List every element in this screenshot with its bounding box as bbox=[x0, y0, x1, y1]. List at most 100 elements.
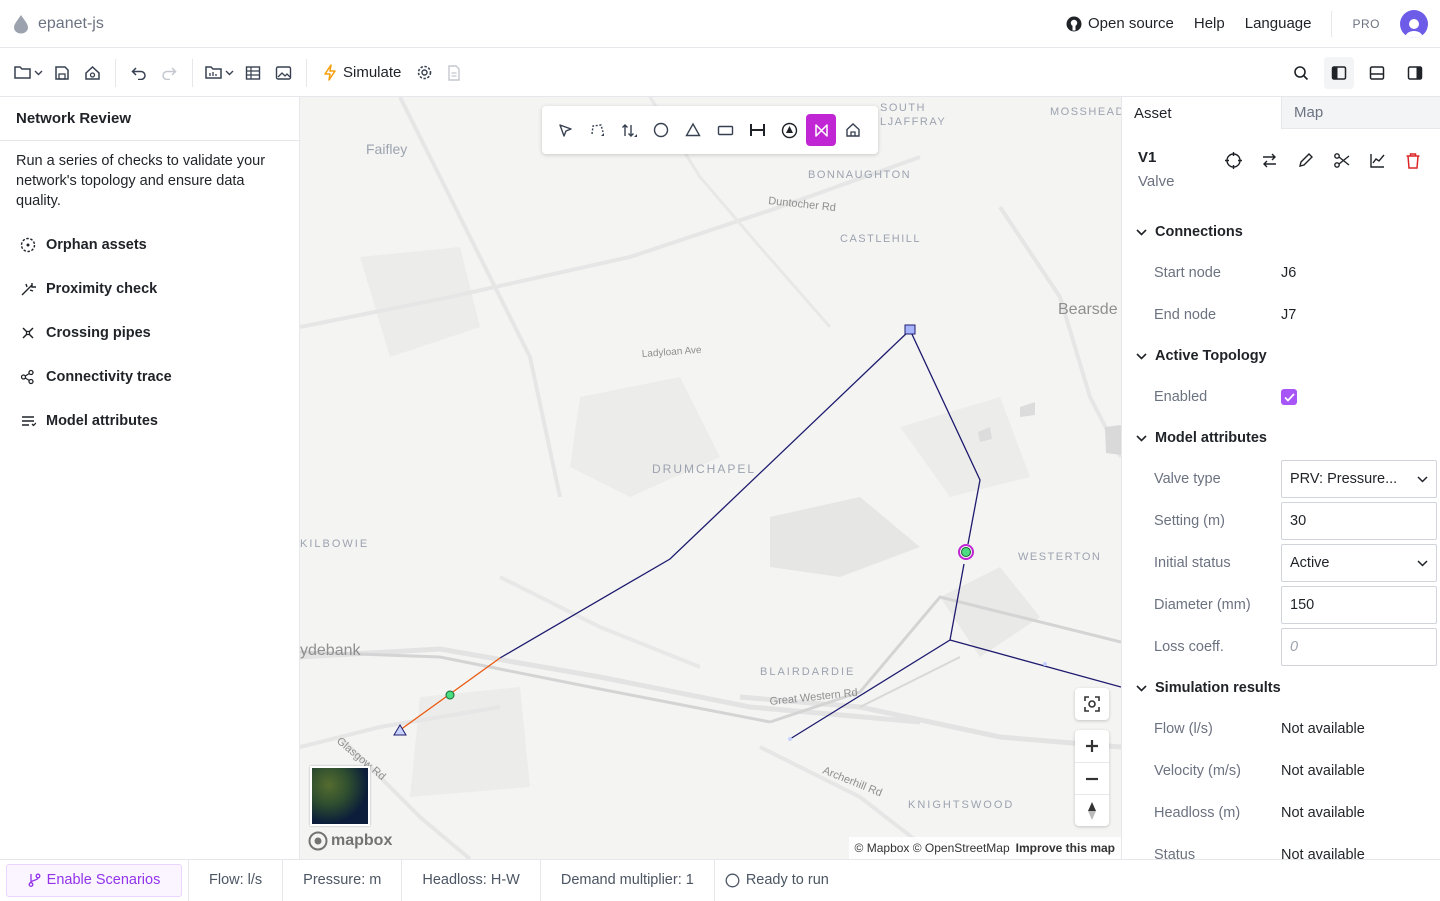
valve-tool[interactable] bbox=[806, 114, 836, 146]
section-title: Simulation results bbox=[1155, 680, 1281, 696]
tank-tool[interactable] bbox=[710, 114, 740, 146]
open-file-button[interactable] bbox=[10, 57, 47, 89]
map-canvas[interactable]: Faifley SOUTH LJAFFRAY MOSSHEAD BONNAUGH… bbox=[300, 97, 1121, 859]
junction-tool[interactable] bbox=[646, 114, 676, 146]
locate-button[interactable] bbox=[1075, 688, 1109, 720]
delete-button[interactable] bbox=[1402, 149, 1424, 171]
check-model-attributes[interactable]: Model attributes bbox=[0, 399, 299, 443]
initial-status-select[interactable]: Active bbox=[1281, 544, 1437, 582]
section-title: Connections bbox=[1155, 224, 1243, 240]
lasso-tool[interactable] bbox=[582, 114, 612, 146]
loss-coeff-input[interactable]: 0 bbox=[1281, 628, 1437, 666]
pipe[interactable] bbox=[949, 639, 1121, 688]
field-label: Valve type bbox=[1154, 471, 1221, 487]
lasso-icon bbox=[590, 123, 604, 136]
junction[interactable] bbox=[788, 737, 792, 741]
field-label: Headloss (m) bbox=[1154, 805, 1241, 821]
zoom-out-button[interactable] bbox=[1075, 762, 1109, 794]
toggle-bottom-panel-button[interactable] bbox=[1362, 57, 1392, 89]
language-menu[interactable]: Language bbox=[1245, 15, 1312, 32]
orphan-icon bbox=[20, 237, 36, 253]
zoom-in-button[interactable] bbox=[1075, 730, 1109, 762]
demand-multiplier-button[interactable]: Demand multiplier: 1 bbox=[539, 859, 714, 901]
end-node-value[interactable]: J7 bbox=[1281, 307, 1296, 323]
tab-asset[interactable]: Asset bbox=[1122, 97, 1281, 129]
open-source-link[interactable]: Open source bbox=[1066, 15, 1174, 32]
valve-node[interactable] bbox=[961, 547, 971, 557]
headloss-formula-button[interactable]: Headloss: H-W bbox=[401, 859, 540, 901]
enabled-checkbox[interactable] bbox=[1281, 389, 1297, 405]
minus-icon bbox=[1086, 777, 1098, 780]
chart-menu-button[interactable] bbox=[201, 57, 238, 89]
redo-icon bbox=[162, 66, 177, 80]
check-crossing-pipes[interactable]: Crossing pipes bbox=[0, 311, 299, 355]
save-button[interactable] bbox=[47, 57, 77, 89]
crosshair-icon bbox=[1224, 151, 1242, 169]
section-model-attributes[interactable]: Model attributes bbox=[1122, 418, 1440, 458]
flip-tool[interactable] bbox=[614, 114, 644, 146]
zoom-to-asset-button[interactable] bbox=[1222, 149, 1244, 171]
field-label: Loss coeff. bbox=[1154, 639, 1224, 655]
pipe-tool[interactable] bbox=[742, 114, 772, 146]
user-icon bbox=[1405, 18, 1423, 38]
redo-button[interactable] bbox=[154, 57, 184, 89]
chevron-down-icon bbox=[34, 70, 43, 75]
attribution-text[interactable]: © Mapbox © OpenStreetMap bbox=[855, 841, 1010, 855]
avatar[interactable] bbox=[1400, 9, 1428, 38]
right-panel-icon bbox=[1407, 65, 1423, 80]
start-node-value[interactable]: J6 bbox=[1281, 265, 1296, 281]
setting-input[interactable]: 30 bbox=[1281, 502, 1437, 540]
save-as-button[interactable] bbox=[77, 57, 107, 89]
pump-icon bbox=[781, 122, 797, 138]
pipe[interactable] bbox=[789, 563, 965, 740]
valve-type-select[interactable]: PRV: Pressure... bbox=[1281, 460, 1437, 498]
help-link[interactable]: Help bbox=[1194, 15, 1225, 32]
field-label: Flow (l/s) bbox=[1154, 721, 1213, 737]
app-logo[interactable]: epanet-js bbox=[12, 14, 104, 34]
check-orphan-assets[interactable]: Orphan assets bbox=[0, 223, 299, 267]
improve-map-link[interactable]: Improve this map bbox=[1016, 841, 1115, 855]
check-proximity[interactable]: Proximity check bbox=[0, 267, 299, 311]
section-title: Model attributes bbox=[1155, 430, 1267, 446]
velocity-value: Not available bbox=[1281, 763, 1365, 779]
compass-button[interactable] bbox=[1075, 794, 1109, 826]
search-button[interactable] bbox=[1286, 57, 1316, 89]
left-panel-icon bbox=[1331, 65, 1347, 80]
mapbox-logo[interactable]: mapbox bbox=[308, 831, 392, 851]
report-button[interactable] bbox=[439, 57, 469, 89]
table-button[interactable] bbox=[238, 57, 268, 89]
section-connections[interactable]: Connections bbox=[1122, 212, 1440, 252]
pipe[interactable] bbox=[499, 328, 981, 659]
chart-button[interactable] bbox=[1366, 149, 1388, 171]
check-connectivity-trace[interactable]: Connectivity trace bbox=[0, 355, 299, 399]
junction[interactable] bbox=[1043, 662, 1047, 666]
split-button[interactable] bbox=[1330, 149, 1352, 171]
select-tool[interactable] bbox=[550, 114, 580, 146]
section-simulation-results[interactable]: Simulation results bbox=[1122, 668, 1440, 708]
tab-map[interactable]: Map bbox=[1281, 97, 1440, 129]
toggle-left-panel-button[interactable] bbox=[1324, 56, 1354, 89]
simulation-status: Ready to run bbox=[713, 859, 849, 901]
customer-point-tool[interactable] bbox=[838, 114, 868, 146]
pump-node[interactable] bbox=[445, 690, 455, 700]
reservoir-tool[interactable] bbox=[678, 114, 708, 146]
search-icon bbox=[1294, 65, 1309, 80]
pressure-units-button[interactable]: Pressure: m bbox=[282, 859, 401, 901]
undo-button[interactable] bbox=[124, 57, 154, 89]
setting-row: Setting (m) 30 bbox=[1122, 500, 1440, 542]
edit-button[interactable] bbox=[1294, 149, 1316, 171]
satellite-toggle[interactable] bbox=[310, 766, 370, 826]
image-import-button[interactable] bbox=[268, 57, 298, 89]
enable-scenarios-button[interactable]: Enable Scenarios bbox=[6, 863, 182, 897]
reverse-button[interactable] bbox=[1258, 149, 1280, 171]
simulate-button[interactable]: Simulate bbox=[315, 57, 409, 89]
toggle-right-panel-button[interactable] bbox=[1400, 57, 1430, 89]
flow-units-button[interactable]: Flow: l/s bbox=[188, 859, 282, 901]
pump-tool[interactable] bbox=[774, 114, 804, 146]
diameter-input[interactable]: 150 bbox=[1281, 586, 1437, 624]
simulation-settings-button[interactable] bbox=[409, 57, 439, 89]
status-text: Ready to run bbox=[745, 872, 829, 888]
asset-panel: Asset Map V1 Valve Connections Start nod… bbox=[1121, 97, 1440, 859]
tank-node[interactable] bbox=[904, 324, 916, 335]
section-active-topology[interactable]: Active Topology bbox=[1122, 336, 1440, 376]
